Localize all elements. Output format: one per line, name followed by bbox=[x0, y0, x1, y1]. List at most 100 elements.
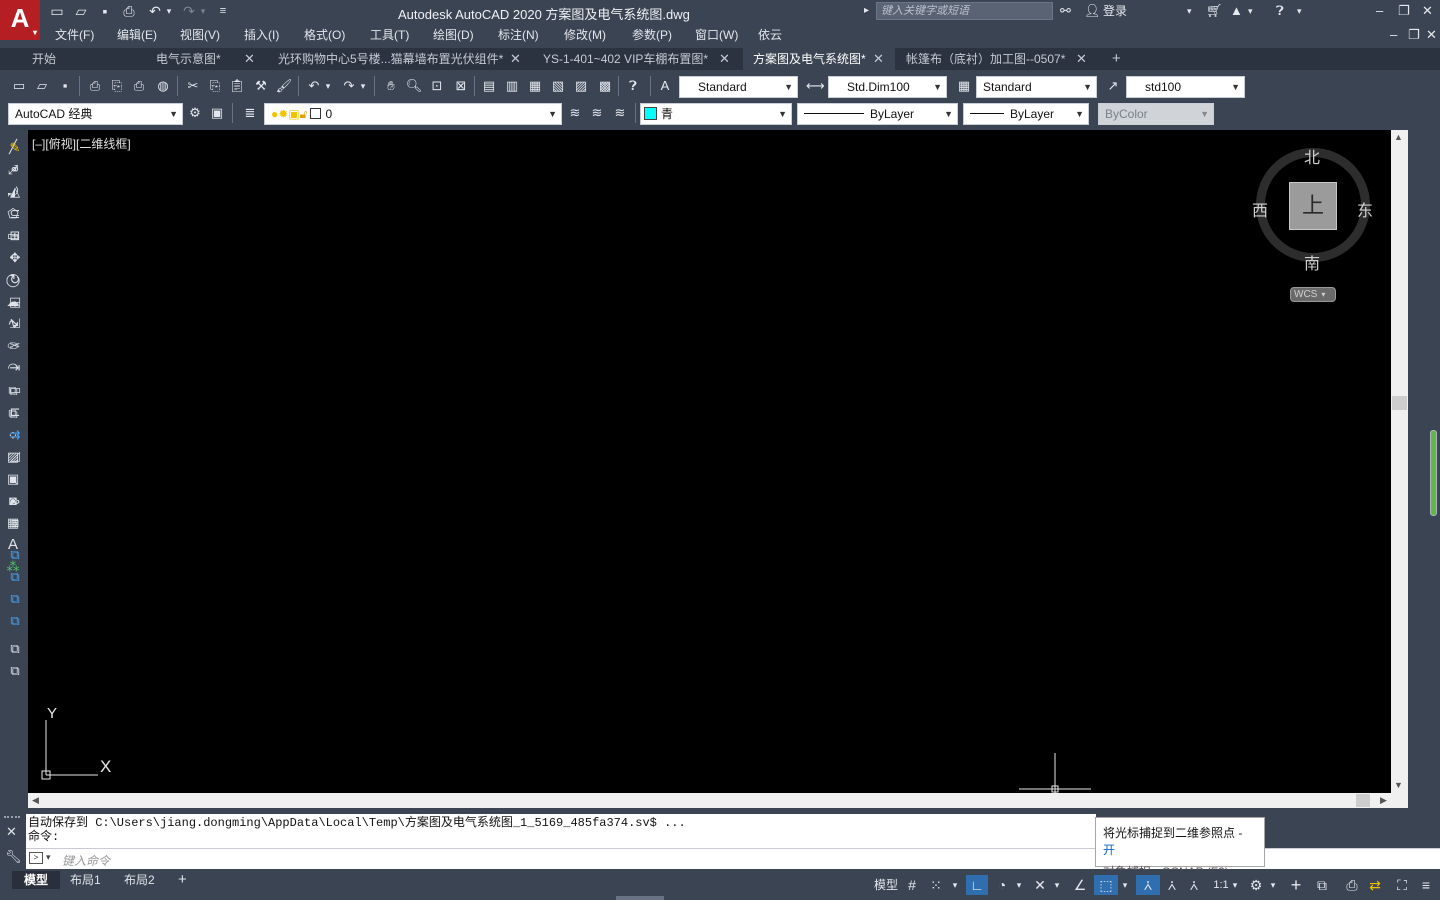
chevron-down-icon[interactable]: ▾ bbox=[1014, 875, 1024, 895]
help-icon[interactable]: ❓︎ bbox=[624, 77, 642, 95]
isolate-objects-icon[interactable]: ⧉ bbox=[1312, 875, 1332, 895]
zoom-window-icon[interactable]: ⊡ bbox=[428, 77, 446, 95]
plot-icon[interactable]: ⎙ bbox=[86, 77, 104, 95]
drawing-canvas[interactable] bbox=[28, 130, 1391, 793]
layout-tab-2[interactable]: 布局2 bbox=[116, 871, 163, 889]
break-icon[interactable]: ▭ bbox=[4, 380, 26, 400]
palette-scroll-handle[interactable] bbox=[1430, 430, 1437, 516]
zoom-realtime-icon[interactable]: 🔍︎ bbox=[405, 77, 423, 95]
compass-west[interactable]: 西 bbox=[1252, 197, 1268, 221]
search-input[interactable]: 键入关键字或短语 bbox=[876, 2, 1053, 20]
tab-document[interactable]: YS-1-401~402 VIP车棚布置图* ✕ bbox=[533, 48, 741, 70]
menu-draw[interactable]: 绘图(D) bbox=[433, 26, 474, 43]
command-input[interactable]: 键入命令 bbox=[62, 852, 110, 869]
draworder-front-icon[interactable]: ⧉ bbox=[4, 545, 26, 565]
fullscreen-icon[interactable]: ⛶ bbox=[1392, 875, 1412, 895]
plot-preview-icon[interactable]: ⎘ bbox=[108, 77, 126, 95]
save-icon[interactable]: ▪ bbox=[56, 77, 74, 95]
copy-icon[interactable]: ⎘ bbox=[206, 77, 224, 95]
help-icon[interactable]: ❓︎ bbox=[1276, 2, 1284, 20]
brush-icon[interactable]: 🖌︎ bbox=[275, 77, 293, 95]
compass-east[interactable]: 东 bbox=[1357, 197, 1373, 221]
text-style-icon[interactable]: A bbox=[656, 77, 674, 95]
menu-insert[interactable]: 插入(I) bbox=[244, 26, 279, 43]
scroll-down-icon[interactable]: ▼ bbox=[1394, 780, 1403, 790]
markup-icon[interactable]: ▨ bbox=[572, 77, 590, 95]
doc-restore-icon[interactable]: ❐ bbox=[1408, 26, 1420, 44]
chevron-down-icon[interactable]: ▾ bbox=[198, 2, 208, 20]
chevron-down-icon[interactable]: ▾ bbox=[1230, 875, 1240, 895]
menu-dimension[interactable]: 标注(N) bbox=[498, 26, 539, 43]
menu-view[interactable]: 视图(V) bbox=[180, 26, 220, 43]
tab-document[interactable]: 帐篷布（底衬）加工图--0507* ✕ bbox=[896, 48, 1096, 70]
chevron-down-icon[interactable]: ▾ bbox=[1297, 2, 1302, 20]
tab-start[interactable]: 开始 bbox=[22, 48, 142, 70]
restore-icon[interactable]: ❐ bbox=[1398, 2, 1410, 20]
sign-in-button[interactable]: 登录 bbox=[1103, 2, 1127, 20]
hardware-acceleration-icon[interactable]: ⎙ bbox=[1342, 875, 1362, 895]
stretch-icon[interactable]: ⇲ bbox=[4, 314, 26, 334]
chevron-right-icon[interactable]: ▸ bbox=[864, 2, 869, 20]
gear-icon[interactable]: ⚙ bbox=[1246, 875, 1266, 895]
chevron-down-icon[interactable]: ▾ bbox=[1187, 2, 1192, 20]
print-icon[interactable]: ⎙ bbox=[120, 2, 138, 20]
new-icon[interactable]: ▭ bbox=[10, 77, 28, 95]
compass-south[interactable]: 南 bbox=[1304, 250, 1320, 274]
close-icon[interactable]: ✕ bbox=[873, 48, 884, 70]
open-icon[interactable]: ▱ bbox=[33, 77, 51, 95]
erase-icon[interactable]: ✎ bbox=[4, 138, 26, 158]
scale-icon[interactable]: ◲ bbox=[4, 292, 26, 312]
offset-icon[interactable]: ⊆ bbox=[4, 204, 26, 224]
dim-style-icon[interactable]: ⟷ bbox=[806, 77, 825, 95]
hatch-back-icon[interactable]: ⧉ bbox=[4, 661, 26, 681]
ortho-icon[interactable]: ∟ bbox=[966, 875, 988, 895]
command-prompt-icon[interactable]: > bbox=[29, 852, 43, 864]
binoculars-icon[interactable]: ⚯ bbox=[1060, 2, 1071, 20]
auto-scale-icon[interactable]: ⩑ bbox=[1162, 875, 1182, 895]
dim-style-select[interactable]: Std.Dim100 ▼ bbox=[828, 76, 947, 98]
calculator-icon[interactable]: ▩ bbox=[596, 77, 614, 95]
cut-icon[interactable]: ✂ bbox=[184, 77, 202, 95]
new-file-icon[interactable]: ▭ bbox=[48, 2, 66, 20]
redo-icon[interactable]: ↷ bbox=[340, 77, 358, 95]
fillet-icon[interactable]: ◟ bbox=[4, 468, 26, 488]
annotation-visibility-icon[interactable]: ⩑ bbox=[1136, 875, 1160, 895]
model-space-button[interactable]: 模型 bbox=[872, 875, 900, 895]
chevron-down-icon[interactable]: ▾ bbox=[46, 852, 51, 863]
scroll-thumb[interactable] bbox=[1392, 396, 1407, 410]
clean-screen-icon[interactable]: ⇄ bbox=[1365, 875, 1385, 895]
user-icon[interactable]: 👤︎ bbox=[1084, 2, 1101, 20]
menu-yiyun[interactable]: 依云 bbox=[758, 26, 782, 43]
paste-icon[interactable]: 📋︎ bbox=[228, 77, 246, 95]
design-center-icon[interactable]: ▥ bbox=[503, 77, 521, 95]
menu-tools[interactable]: 工具(T) bbox=[370, 26, 409, 43]
text-style-select[interactable]: Standard ▼ bbox=[679, 76, 798, 98]
doc-minimize-icon[interactable]: – bbox=[1390, 26, 1397, 44]
vertical-scrollbar[interactable]: ▲ ▼ bbox=[1391, 130, 1408, 793]
layer-previous-icon[interactable]: ≋ bbox=[588, 104, 606, 122]
scroll-up-icon[interactable]: ▲ bbox=[1394, 132, 1403, 142]
blend-curves-icon[interactable]: ∾ bbox=[4, 492, 26, 512]
scroll-thumb[interactable] bbox=[1356, 794, 1370, 807]
layout-tab-model[interactable]: 模型 bbox=[12, 871, 61, 889]
chevron-down-icon[interactable]: ▾ bbox=[323, 77, 333, 95]
snap-icon[interactable]: ⁙ bbox=[927, 875, 945, 895]
join-icon[interactable]: ⇉ bbox=[4, 425, 26, 445]
close-icon[interactable]: ✕ bbox=[6, 824, 17, 840]
linetype-select[interactable]: ByLayer ▼ bbox=[797, 103, 958, 125]
zoom-previous-icon[interactable]: ⊠ bbox=[452, 77, 470, 95]
trim-icon[interactable]: ✂ bbox=[4, 336, 26, 356]
viewport-controls[interactable]: [–][俯视][二维线框] bbox=[32, 135, 131, 152]
text-front-icon[interactable]: ⧉ bbox=[4, 639, 26, 659]
grid-icon[interactable]: # bbox=[903, 875, 921, 895]
polar-tracking-icon[interactable]: ◔ bbox=[992, 875, 1012, 895]
chevron-down-icon[interactable]: ▾ bbox=[164, 2, 174, 20]
gear-icon[interactable]: ⚙ bbox=[186, 104, 204, 122]
workspace-select[interactable]: AutoCAD 经典 ▼ bbox=[8, 103, 183, 125]
break-at-point-icon[interactable]: ⊏ bbox=[4, 402, 26, 422]
redo-icon[interactable]: ↷ bbox=[180, 2, 198, 20]
layer-properties-icon[interactable]: ≣ bbox=[241, 104, 259, 122]
draworder-above-icon[interactable]: ⧉ bbox=[4, 589, 26, 609]
new-tab-icon[interactable]: + bbox=[1102, 48, 1130, 70]
layout-tab-1[interactable]: 布局1 bbox=[62, 871, 109, 889]
